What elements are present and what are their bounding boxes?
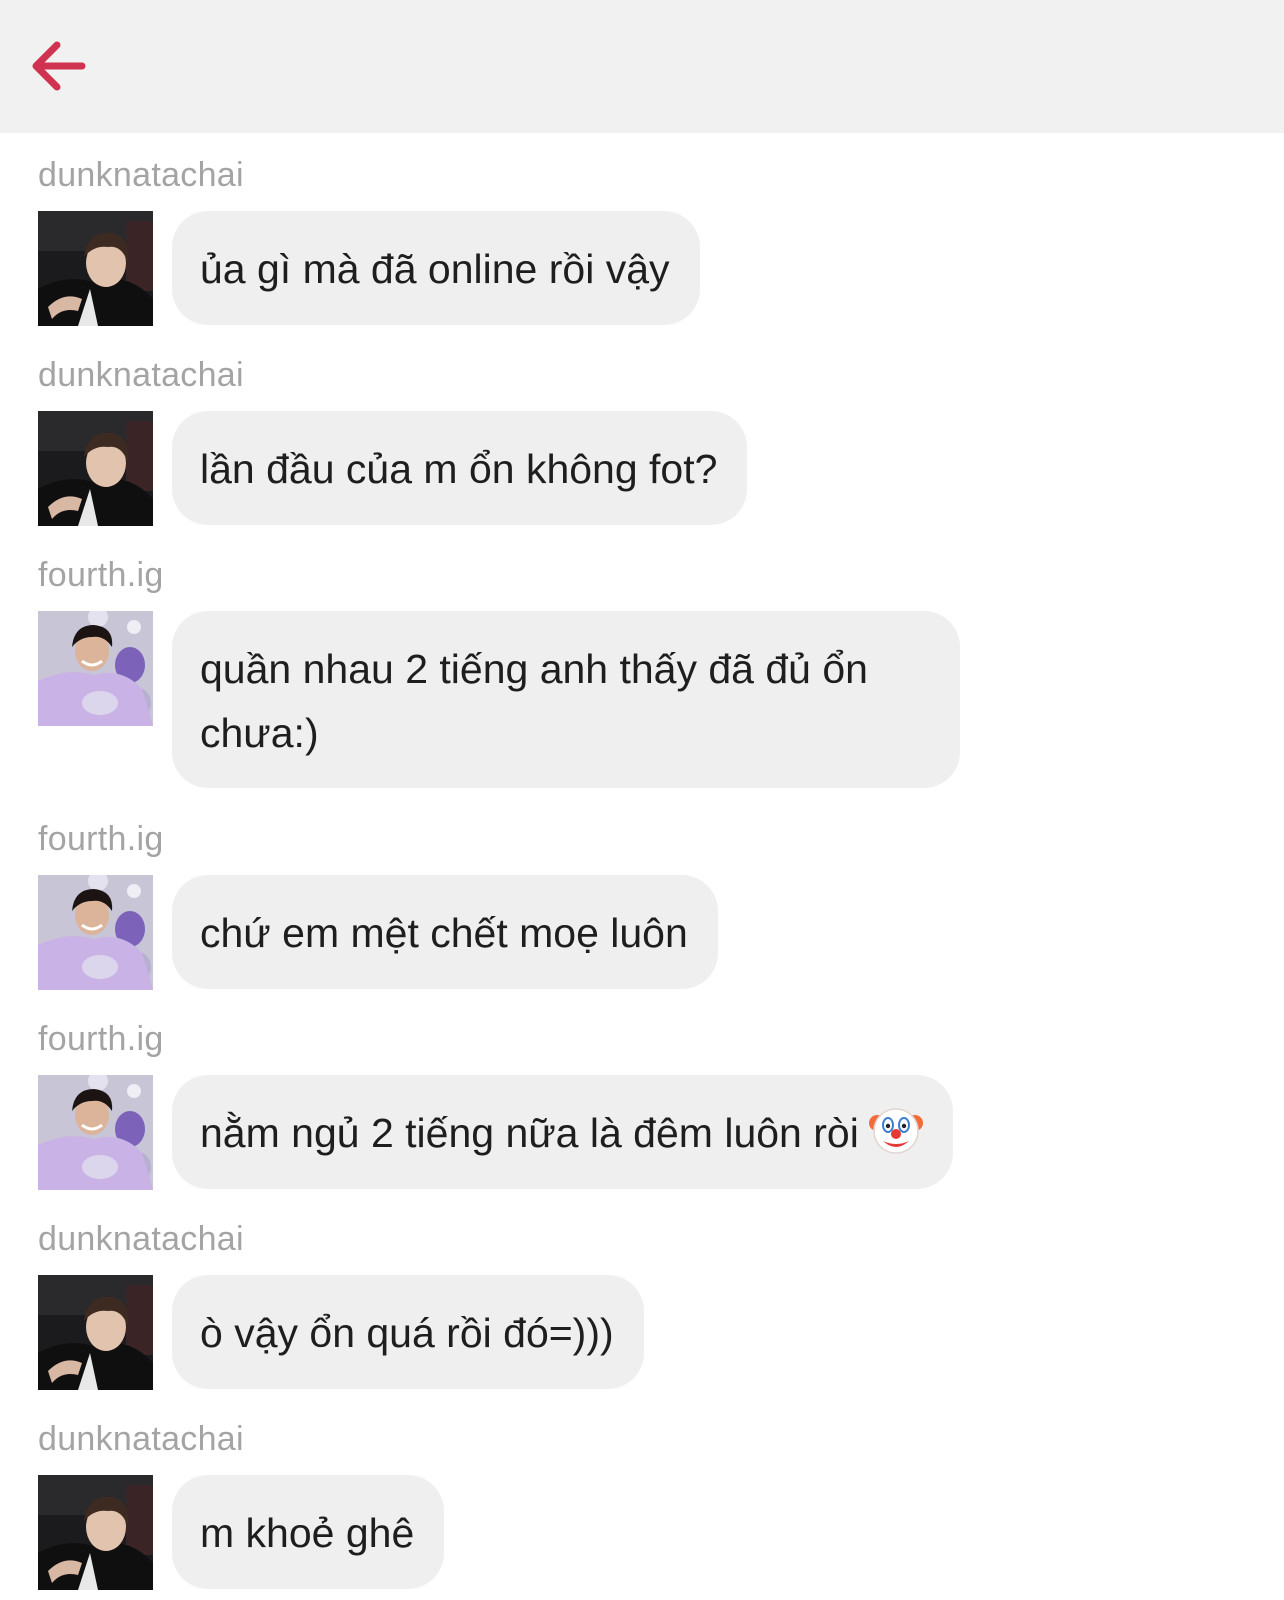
sender-username[interactable]: dunknatachai [38,355,244,395]
sender-username[interactable]: fourth.ig [38,819,164,859]
sender-username[interactable]: dunknatachai [38,1419,244,1459]
sender-username[interactable]: fourth.ig [38,555,164,595]
message-bubble[interactable]: m khoẻ ghê [172,1475,445,1589]
message-bubble[interactable]: ủa gì mà đã online rồi vậy [172,211,700,325]
message-text: nằm ngủ 2 tiếng nữa là đêm luôn ròi [200,1110,859,1156]
sender-username[interactable]: dunknatachai [38,155,244,195]
message-bubble[interactable]: ò vậy ổn quá rồi đó=))) [172,1275,644,1389]
message-text: lần đầu của m ổn không fot? [200,446,718,492]
message-text: quần nhau 2 tiếng anh thấy đã đủ ổn chưa… [200,646,880,756]
message-text: ò vậy ổn quá rồi đó=))) [200,1310,614,1356]
message-bubble[interactable]: chứ em mệt chết moẹ luôn [172,875,718,989]
message-bubble[interactable]: lần đầu của m ổn không fot? [172,411,748,525]
top-bar [0,0,1284,133]
sender-avatar[interactable] [38,611,153,726]
message-list[interactable]: dunknatachai ủa gì mà đã online rồi vậy … [0,133,1284,1600]
sender-avatar[interactable] [38,411,153,526]
message-text: m khoẻ ghê [200,1510,415,1556]
sender-avatar[interactable] [38,1075,153,1190]
message-bubble[interactable]: quần nhau 2 tiếng anh thấy đã đủ ổn chưa… [172,611,960,788]
message-text: chứ em mệt chết moẹ luôn [200,910,688,956]
sender-avatar[interactable] [38,211,153,326]
message-bubble[interactable]: nằm ngủ 2 tiếng nữa là đêm luôn ròi [172,1075,953,1189]
back-button[interactable] [28,38,88,94]
sender-username[interactable]: fourth.ig [38,1019,164,1059]
message-text: ủa gì mà đã online rồi vậy [200,246,670,292]
sender-avatar[interactable] [38,1275,153,1390]
arrow-left-icon [32,41,86,91]
sender-username[interactable]: dunknatachai [38,1219,244,1259]
clown-face-icon [868,1108,923,1154]
sender-avatar[interactable] [38,875,153,990]
sender-avatar[interactable] [38,1475,153,1590]
